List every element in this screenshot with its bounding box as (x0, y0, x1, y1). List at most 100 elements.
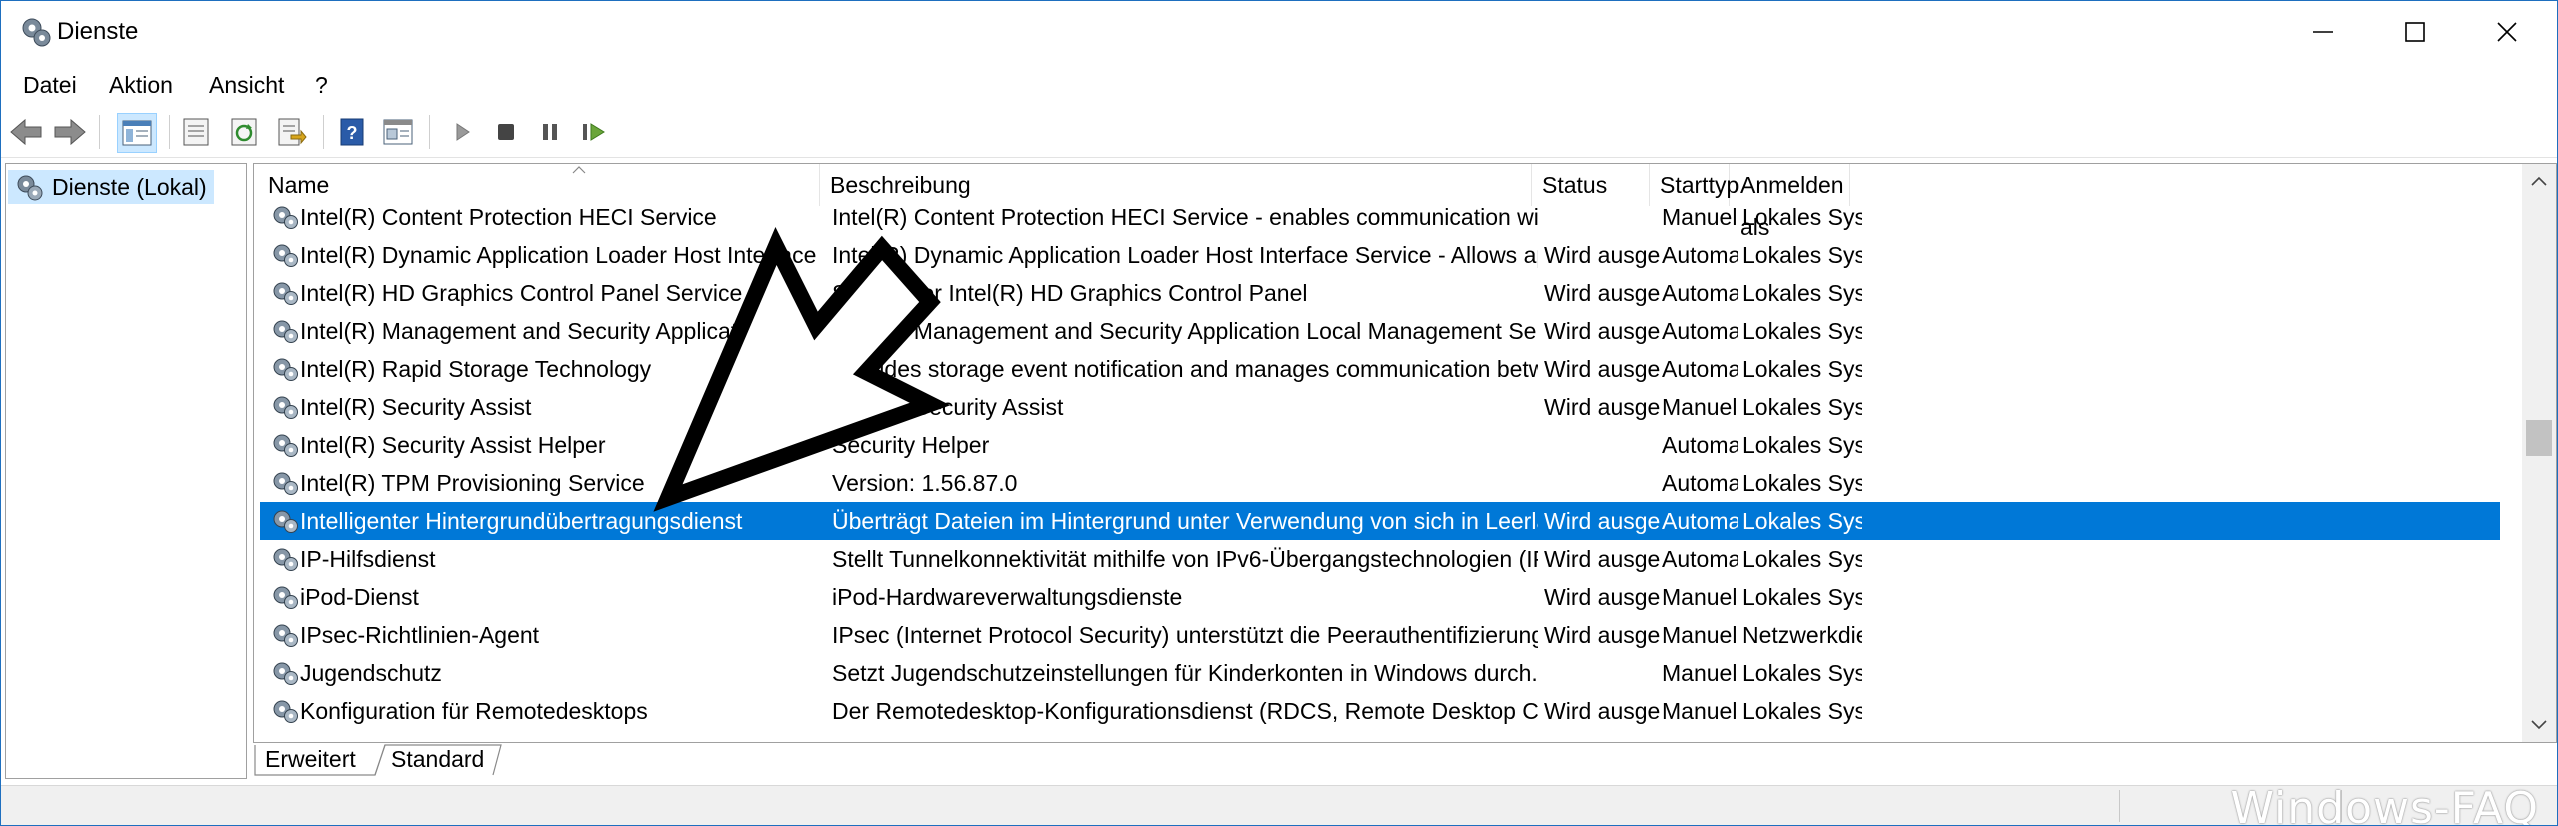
scroll-thumb[interactable] (2526, 420, 2552, 456)
back-button[interactable] (7, 113, 45, 151)
gear-icon (17, 175, 43, 201)
properties-icon (183, 118, 209, 146)
cell-status: Wird ausgeführt (1544, 280, 1660, 306)
table-row[interactable]: Konfiguration für Remotedesktops Der Remo… (260, 692, 2500, 730)
refresh-button[interactable] (225, 113, 263, 151)
menu-aktion[interactable]: Aktion (109, 69, 173, 101)
cell-startup: Automat... (1662, 470, 1738, 496)
table-row[interactable]: Intelligenter Hintergrundübertragungsdie… (260, 502, 2500, 540)
cell-startup: Automat... (1662, 242, 1738, 268)
table-row[interactable]: iPod-Dienst iPod-Hardwareverwaltungsdiens… (260, 578, 2500, 616)
forward-button[interactable] (51, 113, 89, 151)
cell-description: Überträgt Dateien im Hintergrund unter V… (832, 508, 1538, 534)
cell-name: iPod-Dienst (300, 584, 419, 610)
cell-name: Intel(R) Security Assist (300, 394, 532, 420)
toolbar: ? (1, 107, 2557, 157)
table-row[interactable]: Jugendschutz Setzt Jugendschutzeinstellun… (260, 654, 2500, 692)
stop-service-button[interactable] (487, 113, 525, 151)
export-list-icon (278, 118, 307, 146)
table-row[interactable]: IP-Hilfsdienst Stellt Tunnelkonnektivität… (260, 540, 2500, 578)
tree-item-label: Dienste (Lokal) (52, 173, 207, 200)
pause-icon (543, 124, 557, 140)
service-gear-icon (273, 624, 298, 647)
cell-logon: Lokales System (1742, 660, 1862, 686)
vertical-scrollbar[interactable] (2522, 164, 2556, 742)
close-button[interactable] (2461, 1, 2553, 63)
cell-startup: Automat... (1662, 432, 1738, 458)
chevron-up-icon (2531, 176, 2547, 186)
cell-description: Der Remotedesktop-Konfigurationsdienst (… (832, 698, 1538, 724)
cell-startup: Manuell (1662, 394, 1738, 420)
cell-name: Jugendschutz (300, 660, 442, 686)
cell-startup: Manuell (1662, 584, 1738, 610)
table-row[interactable]: Intel(R) HD Graphics Control Panel Servi… (260, 274, 2500, 312)
start-service-button[interactable] (443, 113, 481, 151)
table-row[interactable]: Intel(R) Content Protection HECI Service… (260, 198, 2500, 236)
cell-name: Intel(R) TPM Provisioning Service (300, 470, 645, 496)
status-bar (1, 785, 2557, 825)
table-row[interactable]: Intel(R) Security Assist Helper Security … (260, 426, 2500, 464)
stop-icon (498, 124, 514, 140)
watermark: Windows-FAQ (2230, 783, 2539, 826)
chevron-down-icon (2531, 720, 2547, 730)
cell-name: Intel(R) Management and Security Applica… (300, 318, 768, 344)
cell-status: Wird ausgeführt (1544, 622, 1660, 648)
cell-logon: Lokales System (1742, 508, 1862, 534)
service-gear-icon (273, 700, 298, 723)
cell-status: Wird ausgeführt (1544, 508, 1660, 534)
table-row[interactable]: IPsec-Richtlinien-Agent IPsec (Internet P… (260, 616, 2500, 654)
show-tree-button[interactable] (117, 113, 157, 153)
service-gear-icon (273, 358, 298, 381)
export-list-button[interactable] (273, 113, 311, 151)
cell-name: IP-Hilfsdienst (300, 546, 436, 572)
cell-logon: Lokales System (1742, 318, 1862, 344)
cell-description: iPod-Hardwareverwaltungsdienste (832, 584, 1183, 610)
cell-logon: Lokales System (1742, 242, 1862, 268)
cell-startup: Manuell (1662, 698, 1738, 724)
menu-help[interactable]: ? (315, 69, 328, 101)
cell-startup: Automat... (1662, 508, 1738, 534)
start-icon (456, 123, 470, 141)
cell-name: Intel(R) Content Protection HECI Service (300, 204, 717, 230)
help-icon: ? (340, 118, 364, 146)
scroll-down-button[interactable] (2522, 708, 2556, 742)
cell-logon: Lokales System (1742, 280, 1862, 306)
tab-extended[interactable]: Erweitert (255, 743, 366, 775)
tree-item-services-local[interactable]: Dienste (Lokal) (8, 170, 214, 204)
minimize-icon (2313, 31, 2333, 33)
table-row[interactable]: Intel(R) Security Assist Intel(R) Securit… (260, 388, 2500, 426)
table-row[interactable]: Intel(R) Rapid Storage Technology Provide… (260, 350, 2500, 388)
service-gear-icon (273, 586, 298, 609)
maximize-button[interactable] (2369, 1, 2461, 63)
menu-datei[interactable]: Datei (23, 69, 77, 101)
menu-ansicht[interactable]: Ansicht (209, 69, 284, 101)
minimize-button[interactable] (2277, 1, 2369, 63)
window-title: Dienste (57, 18, 139, 45)
properties-button[interactable] (177, 113, 215, 151)
service-gear-icon (273, 510, 298, 533)
scroll-up-button[interactable] (2522, 164, 2556, 198)
table-row[interactable]: Intel(R) Management and Security Applica… (260, 312, 2500, 350)
cell-description: Stellt Tunnelkonnektivität mithilfe von … (832, 546, 1538, 572)
cell-startup: Automat... (1662, 318, 1738, 344)
cell-status: Wird ausgeführt (1544, 318, 1660, 344)
help-button[interactable]: ? (333, 113, 371, 151)
cell-description: IPsec (Internet Protocol Security) unter… (832, 622, 1538, 648)
view-tabs: Erweitert Standard (253, 743, 853, 779)
resume-service-button[interactable] (575, 113, 613, 151)
service-gear-icon (273, 282, 298, 305)
cell-logon: Lokales System (1742, 584, 1862, 610)
table-row[interactable]: Intel(R) TPM Provisioning Service Version… (260, 464, 2500, 502)
refresh-icon (231, 118, 257, 146)
cell-logon: Lokales System (1742, 546, 1862, 572)
resume-icon (583, 123, 605, 141)
cell-description: Version: 1.56.87.0 (832, 470, 1018, 496)
table-row[interactable]: Intel(R) Dynamic Application Loader Host… (260, 236, 2500, 274)
pause-service-button[interactable] (531, 113, 569, 151)
tab-standard[interactable]: Standard (381, 743, 494, 775)
cell-name: Konfiguration für Remotedesktops (300, 698, 648, 724)
console-button[interactable] (379, 113, 417, 151)
maximize-icon (2405, 22, 2425, 42)
service-gear-icon (273, 206, 298, 229)
sort-up-icon (572, 166, 586, 174)
